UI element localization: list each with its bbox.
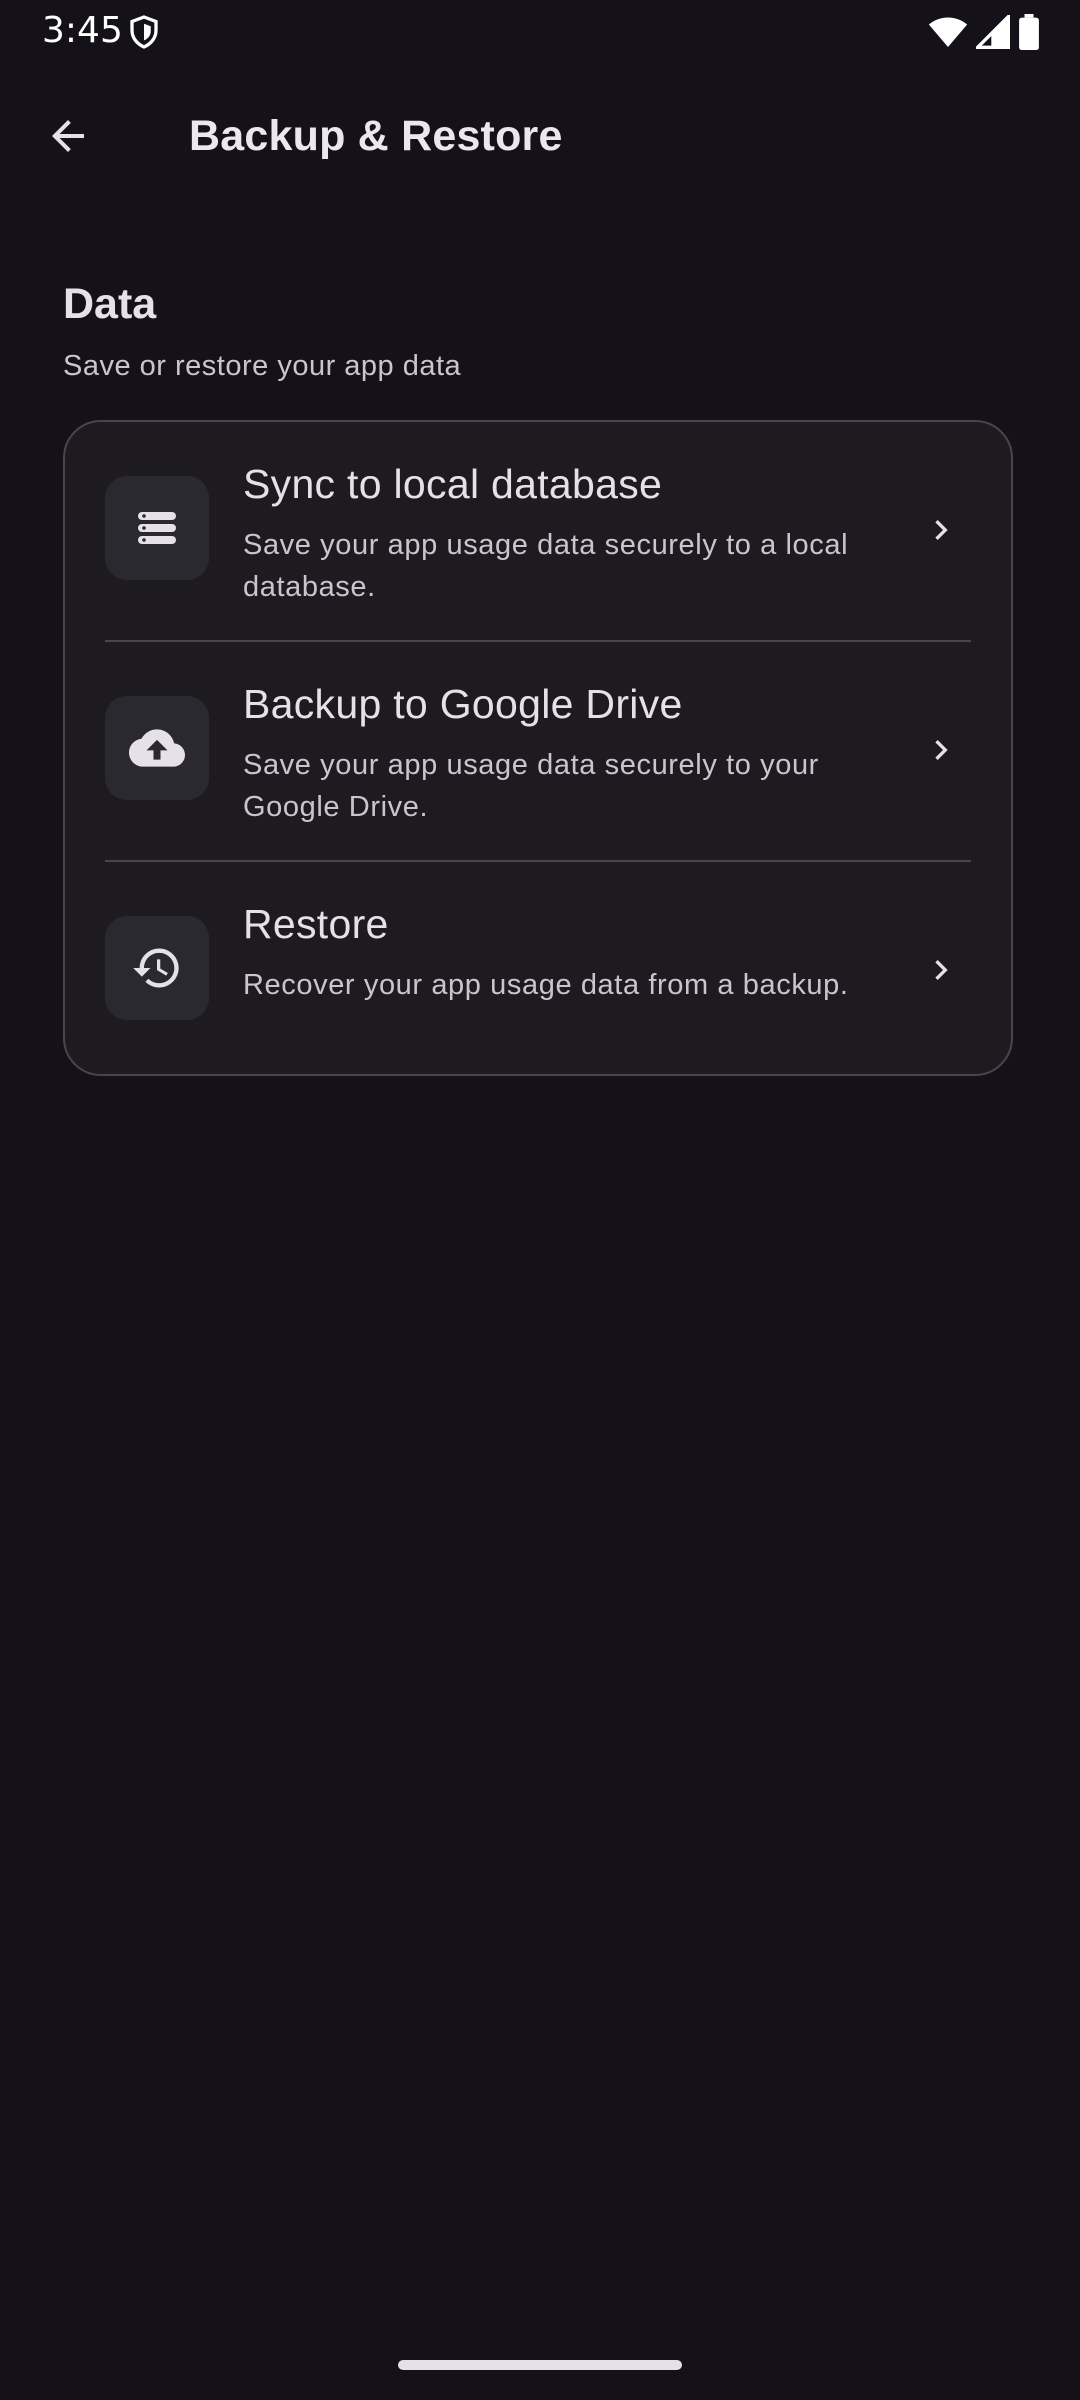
status-icons bbox=[928, 12, 1040, 52]
option-icon-container bbox=[105, 476, 209, 580]
chevron-right-icon bbox=[935, 960, 948, 980]
top-app-bar: Backup & Restore bbox=[0, 80, 1080, 192]
option-icon-container bbox=[105, 916, 209, 1020]
option-title: Sync to local database bbox=[243, 461, 663, 507]
status-bar: 3:45 bbox=[0, 0, 1080, 62]
gesture-navigation-handle[interactable] bbox=[398, 2360, 682, 2370]
options-card: Sync to local database Save your app usa… bbox=[63, 420, 1013, 1076]
back-button[interactable] bbox=[34, 102, 102, 170]
cloud-upload-icon bbox=[129, 729, 185, 767]
battery-icon bbox=[1019, 14, 1039, 50]
section-title: Data bbox=[63, 280, 157, 328]
sync-local-database-option[interactable]: Sync to local database Save your app usa… bbox=[65, 422, 1011, 640]
chevron-right-icon bbox=[935, 520, 948, 540]
option-title: Backup to Google Drive bbox=[243, 681, 683, 727]
wifi-icon bbox=[928, 17, 968, 47]
option-title: Restore bbox=[243, 901, 389, 947]
section-subtitle: Save or restore your app data bbox=[63, 350, 462, 382]
shield-icon bbox=[130, 15, 158, 49]
option-description: Save your app usage data securely to a l… bbox=[243, 529, 849, 603]
database-icon bbox=[138, 512, 176, 544]
arrow-back-icon bbox=[52, 120, 84, 152]
page-title: Backup & Restore bbox=[189, 112, 563, 160]
option-description: Recover your app usage data from a backu… bbox=[243, 969, 849, 1001]
restore-option[interactable]: Restore Recover your app usage data from… bbox=[65, 862, 1011, 1074]
signal-icon bbox=[976, 15, 1010, 49]
option-description: Save your app usage data securely to you… bbox=[243, 749, 819, 823]
chevron-right-icon bbox=[935, 740, 948, 760]
option-icon-container bbox=[105, 696, 209, 800]
restore-history-icon bbox=[133, 948, 179, 988]
status-time: 3:45 bbox=[42, 10, 123, 51]
backup-google-drive-option[interactable]: Backup to Google Drive Save your app usa… bbox=[65, 642, 1011, 860]
